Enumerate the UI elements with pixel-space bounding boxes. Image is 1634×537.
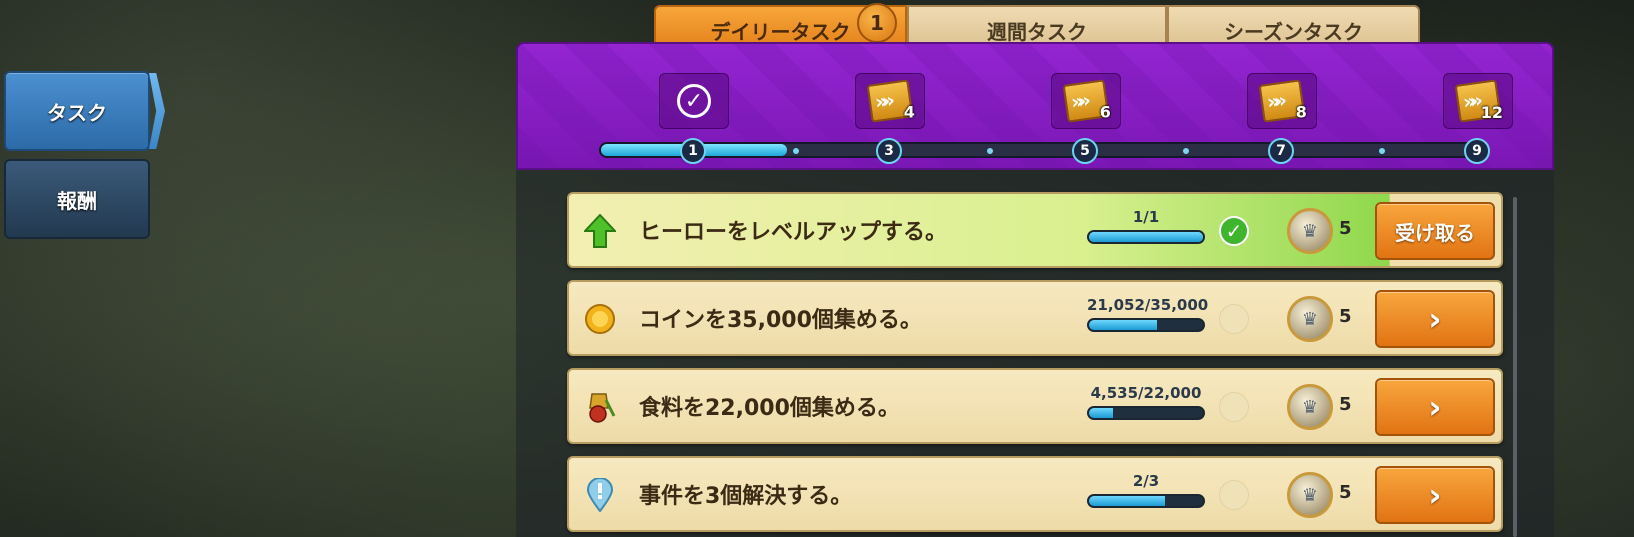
task-progress-fill (1089, 408, 1113, 418)
incomplete-circle-icon (1219, 480, 1249, 510)
reward-count: 5 (1339, 218, 1352, 239)
task-label: 食料を22,000個集める。 (639, 396, 900, 421)
tab-weekly-label: 週間タスク (987, 19, 1087, 44)
reward-count: 5 (1339, 394, 1352, 415)
task-progress-text: 2/3 (1132, 472, 1160, 490)
task-label: 事件を3個解決する。 (639, 484, 853, 509)
go-button[interactable]: › (1375, 378, 1495, 436)
task-progress-bar (1087, 318, 1205, 332)
task-row: ヒーローをレベルアップする。 1/1 ✓ ♛ 5 受け取る (567, 192, 1503, 268)
milestone-node-9: 9 (1464, 138, 1490, 164)
incomplete-circle-icon (1219, 392, 1249, 422)
milestone-progress-track (599, 142, 1489, 158)
level-up-arrow-icon (583, 214, 617, 248)
tab-daily-label: デイリータスク (710, 19, 851, 44)
completed-check-icon: ✓ (1219, 216, 1249, 246)
milestone-reward-9[interactable]: »» 12 (1443, 73, 1513, 129)
task-progress-bar (1087, 494, 1205, 508)
task-progress-text: 1/1 (1132, 208, 1160, 226)
task-label: コインを35,000個集める。 (639, 308, 922, 333)
task-progress-bar (1087, 230, 1205, 244)
task-progress-text: 21,052/35,000 (1087, 296, 1209, 314)
coin-icon (583, 302, 617, 336)
milestone-node-5: 5 (1072, 138, 1098, 164)
side-tab-tasks[interactable]: タスク (4, 71, 150, 151)
go-button[interactable]: › (1375, 290, 1495, 348)
crown-medal-icon: ♛ (1287, 472, 1333, 518)
chevron-right-icon: › (1428, 300, 1442, 338)
reward-count: 5 (1339, 482, 1352, 503)
check-icon: ✓ (677, 84, 711, 118)
milestone-reward-5[interactable]: »» 6 (1051, 73, 1121, 129)
track-dot (793, 148, 799, 154)
ticket-icon: »» 12 (1454, 79, 1503, 123)
reward-count: 5 (1339, 306, 1352, 327)
task-progress-fill (1089, 496, 1166, 506)
event-marker-icon (583, 478, 617, 512)
task-row: 事件を3個解決する。 2/3 ♛ 5 › (567, 456, 1503, 532)
milestone-reward-1[interactable]: ✓ (659, 73, 729, 129)
chevron-right-icon: › (1428, 476, 1442, 514)
milestone-node-3: 3 (876, 138, 902, 164)
track-dot (1379, 148, 1385, 154)
ticket-icon: »» 8 (1258, 79, 1307, 123)
milestone-header: ✓ »» 4 »» 6 »» 8 »» 12 1 3 5 7 9 (516, 42, 1554, 170)
track-dot (1183, 148, 1189, 154)
task-list-scrollbar[interactable] (1513, 197, 1517, 537)
claim-button[interactable]: 受け取る (1375, 202, 1495, 260)
milestone-reward-3[interactable]: »» 4 (855, 73, 925, 129)
task-label: ヒーローをレベルアップする。 (639, 220, 948, 245)
food-icon (583, 390, 617, 424)
crown-medal-icon: ♛ (1287, 384, 1333, 430)
notification-badge: 1 (857, 3, 897, 43)
crown-medal-icon: ♛ (1287, 208, 1333, 254)
task-row: 食料を22,000個集める。 4,535/22,000 ♛ 5 › (567, 368, 1503, 444)
crown-medal-icon: ♛ (1287, 296, 1333, 342)
task-progress-bar (1087, 406, 1205, 420)
ticket-icon: »» 6 (1062, 79, 1111, 123)
task-progress-text: 4,535/22,000 (1090, 384, 1202, 402)
ticket-icon: »» 4 (866, 79, 915, 123)
task-row: コインを35,000個集める。 21,052/35,000 ♛ 5 › (567, 280, 1503, 356)
tab-season-label: シーズンタスク (1224, 19, 1363, 44)
milestone-node-1: 1 (680, 138, 706, 164)
task-progress-fill (1089, 320, 1158, 330)
go-button[interactable]: › (1375, 466, 1495, 524)
milestone-reward-7[interactable]: »» 8 (1247, 73, 1317, 129)
task-progress-fill (1089, 232, 1203, 242)
track-dot (987, 148, 993, 154)
incomplete-circle-icon (1219, 304, 1249, 334)
chevron-right-icon: › (1428, 388, 1442, 426)
milestone-node-7: 7 (1268, 138, 1294, 164)
side-tab-rewards[interactable]: 報酬 (4, 159, 150, 239)
